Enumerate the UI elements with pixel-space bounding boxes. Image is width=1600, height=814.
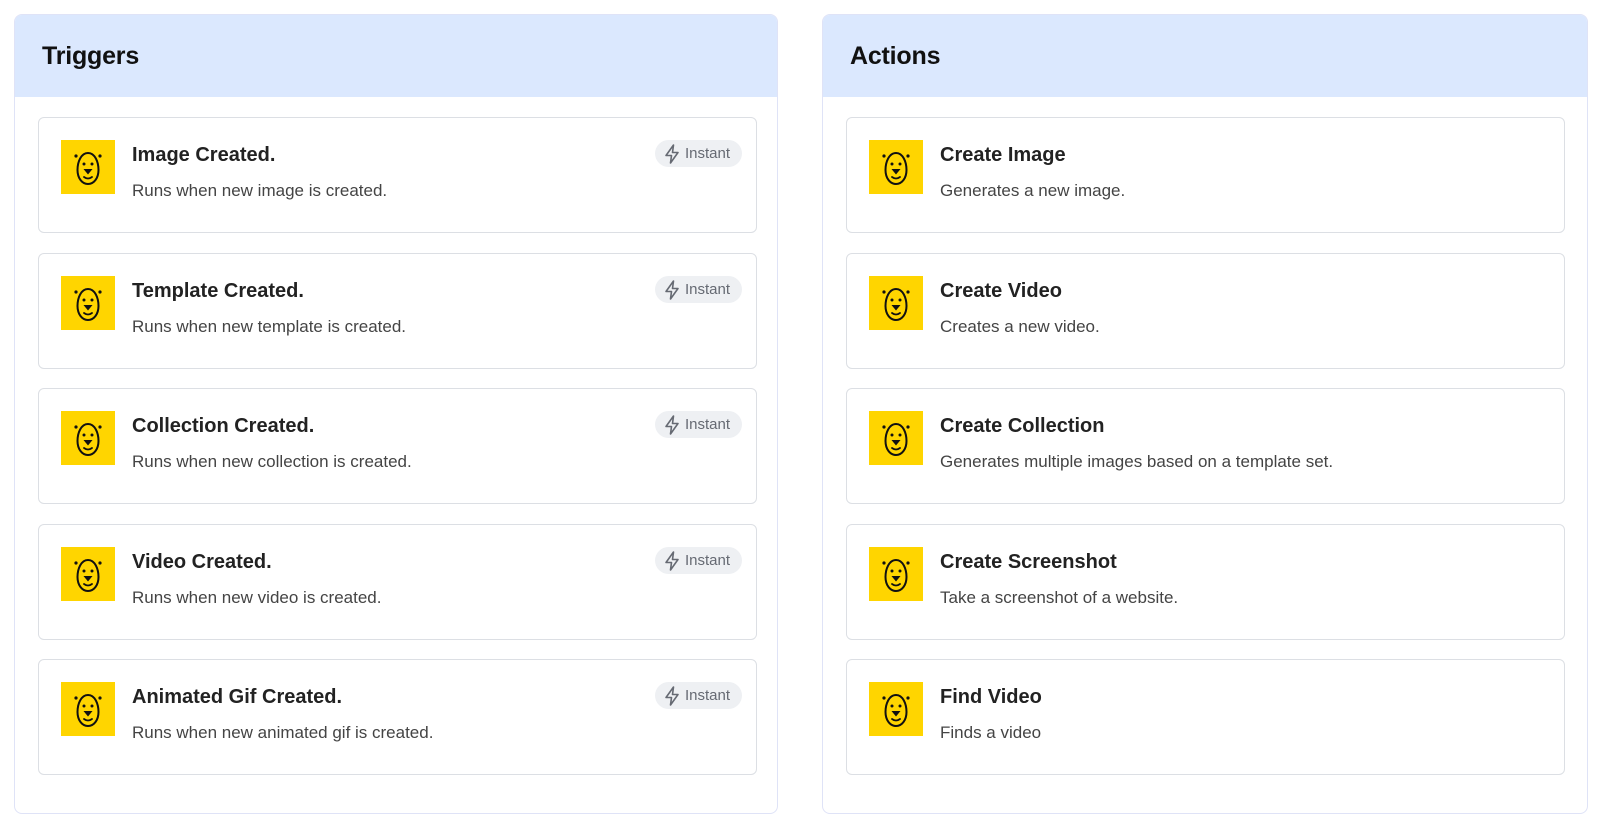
instant-badge: Instant [654, 276, 742, 303]
trigger-description: Runs when new animated gif is created. [132, 723, 434, 742]
bear-logo-icon [869, 276, 923, 330]
lightning-icon [664, 414, 680, 435]
action-title: Create Collection [940, 415, 1105, 437]
action-title: Create Screenshot [940, 551, 1117, 573]
lightning-icon [664, 685, 680, 706]
instant-badge: Instant [654, 140, 742, 167]
trigger-card-image-created[interactable]: Image Created. Runs when new image is cr… [38, 117, 757, 233]
action-description: Generates multiple images based on a tem… [940, 452, 1334, 471]
trigger-card-template-created[interactable]: Template Created. Runs when new template… [38, 253, 757, 369]
bear-logo-icon [61, 682, 115, 736]
trigger-card-collection-created[interactable]: Collection Created. Runs when new collec… [38, 388, 757, 504]
instant-badge: Instant [654, 411, 742, 438]
trigger-title: Video Created. [132, 551, 272, 573]
instant-badge: Instant [654, 547, 742, 574]
trigger-description: Runs when new image is created. [132, 181, 388, 200]
trigger-description: Runs when new template is created. [132, 317, 407, 336]
bear-logo-icon [869, 547, 923, 601]
instant-badge-label: Instant [684, 552, 730, 569]
instant-badge-label: Instant [684, 687, 730, 704]
bear-logo-icon [869, 411, 923, 465]
action-description: Generates a new image. [940, 181, 1126, 200]
trigger-description: Runs when new video is created. [132, 588, 382, 607]
trigger-title: Collection Created. [132, 415, 315, 437]
bear-logo-icon [61, 276, 115, 330]
bear-logo-icon [61, 411, 115, 465]
instant-badge: Instant [654, 682, 742, 709]
action-description: Take a screenshot of a website. [940, 588, 1179, 607]
action-card-create-screenshot[interactable]: Create Screenshot Take a screenshot of a… [846, 524, 1565, 640]
action-card-create-collection[interactable]: Create Collection Generates multiple ima… [846, 388, 1565, 504]
bear-logo-icon [869, 682, 923, 736]
actions-title: Actions [850, 41, 941, 70]
triggers-header: Triggers [15, 15, 777, 97]
trigger-card-animated-gif-created[interactable]: Animated Gif Created. Runs when new anim… [38, 659, 757, 775]
action-card-create-image[interactable]: Create Image Generates a new image. [846, 117, 1565, 233]
triggers-panel: Triggers Image Created. Runs when new im… [14, 14, 778, 814]
action-card-create-video[interactable]: Create Video Creates a new video. [846, 253, 1565, 369]
instant-badge-label: Instant [684, 145, 730, 162]
trigger-description: Runs when new collection is created. [132, 452, 412, 471]
lightning-icon [664, 279, 680, 300]
trigger-title: Animated Gif Created. [132, 686, 343, 708]
action-description: Finds a video [940, 723, 1042, 742]
lightning-icon [664, 550, 680, 571]
lightning-icon [664, 143, 680, 164]
triggers-title: Triggers [42, 41, 140, 70]
trigger-title: Image Created. [132, 144, 276, 166]
action-title: Find Video [940, 686, 1042, 708]
action-title: Create Image [940, 144, 1066, 166]
bear-logo-icon [869, 140, 923, 194]
action-card-find-video[interactable]: Find Video Finds a video [846, 659, 1565, 775]
bear-logo-icon [61, 547, 115, 601]
actions-header: Actions [823, 15, 1587, 97]
action-title: Create Video [940, 280, 1062, 302]
actions-panel: Actions Create Image Generates a new ima… [822, 14, 1588, 814]
trigger-title: Template Created. [132, 280, 304, 302]
action-description: Creates a new video. [940, 317, 1100, 336]
instant-badge-label: Instant [684, 416, 730, 433]
instant-badge-label: Instant [684, 281, 730, 298]
trigger-card-video-created[interactable]: Video Created. Runs when new video is cr… [38, 524, 757, 640]
bear-logo-icon [61, 140, 115, 194]
